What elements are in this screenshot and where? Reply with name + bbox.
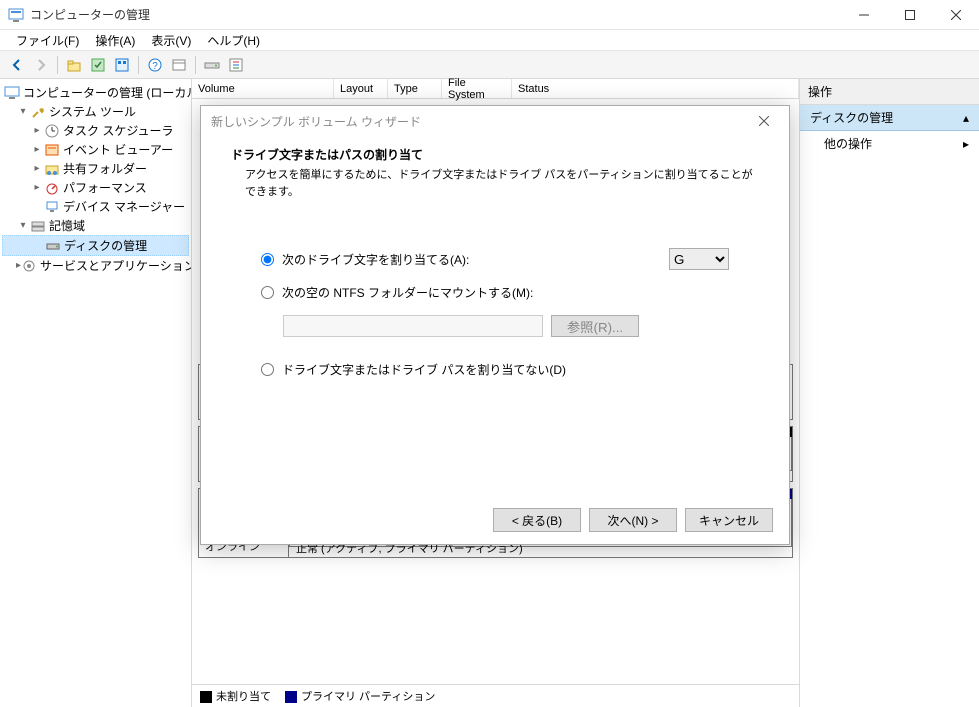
actions-pane: 操作 ディスクの管理 ▴ 他の操作 ▸ [799, 79, 979, 707]
action-category-disk[interactable]: ディスクの管理 ▴ [800, 105, 979, 131]
computer-icon [4, 85, 20, 101]
device-icon [44, 199, 60, 215]
tree-disk-management-label: ディスクの管理 [64, 237, 147, 254]
tree-root-label: コンピューターの管理 (ローカル) [23, 84, 192, 101]
mount-path-input [283, 315, 543, 337]
help-button[interactable]: ? [144, 54, 166, 76]
dialog-title: 新しいシンプル ボリューム ウィザード [211, 113, 421, 130]
col-volume[interactable]: Volume [192, 79, 334, 98]
tool-btn-5[interactable] [225, 54, 247, 76]
tree-services-label: サービスとアプリケーション [40, 257, 192, 274]
back-button[interactable] [6, 54, 28, 76]
tool-btn-4[interactable] [201, 54, 223, 76]
tree-storage[interactable]: ▾ 記憶域 [2, 216, 189, 235]
menu-file[interactable]: ファイル(F) [8, 30, 87, 51]
tree-system-tools-label: システム ツール [49, 103, 136, 120]
svg-text:?: ? [152, 61, 158, 72]
radio-no-assign-input[interactable] [261, 363, 274, 376]
tree-shared-folders-label: 共有フォルダー [63, 160, 147, 177]
tree-disk-management[interactable]: ▸ ディスクの管理 [2, 235, 189, 256]
tree-task-scheduler-label: タスク スケジューラ [63, 122, 174, 139]
clock-icon [44, 123, 60, 139]
tree-event-viewer-label: イベント ビューアー [63, 141, 173, 158]
col-layout[interactable]: Layout [334, 79, 388, 98]
tree-task-scheduler[interactable]: ▸ タスク スケジューラ [2, 121, 189, 140]
app-icon [8, 7, 24, 23]
tree-event-viewer[interactable]: ▸ イベント ビューアー [2, 140, 189, 159]
dialog-heading: ドライブ文字またはパスの割り当て [231, 146, 759, 163]
dialog-close-button[interactable] [749, 111, 779, 131]
up-button[interactable] [63, 54, 85, 76]
window-title: コンピューターの管理 [30, 6, 841, 23]
minimize-button[interactable] [841, 0, 887, 30]
tree-services[interactable]: ▸ サービスとアプリケーション [2, 256, 189, 275]
performance-icon [44, 180, 60, 196]
new-volume-wizard-dialog: 新しいシンプル ボリューム ウィザード ドライブ文字またはパスの割り当て アクセ… [200, 105, 790, 545]
radio-no-assign[interactable]: ドライブ文字またはドライブ パスを割り当てない(D) [261, 361, 729, 378]
tree-pane: コンピューターの管理 (ローカル) ▾ システム ツール ▸ タスク スケジュー… [0, 79, 192, 707]
tool-btn-2[interactable] [111, 54, 133, 76]
radio-assign-letter[interactable]: 次のドライブ文字を割り当てる(A): G [261, 248, 729, 270]
col-status[interactable]: Status [512, 79, 799, 98]
menu-action[interactable]: 操作(A) [87, 30, 143, 51]
radio-mount-folder-input[interactable] [261, 286, 274, 299]
back-button[interactable]: < 戻る(B) [493, 508, 581, 532]
browse-button: 参照(R)... [551, 315, 639, 337]
collapse-icon[interactable]: ▾ [16, 219, 30, 233]
expand-icon[interactable]: ▸ [30, 162, 44, 176]
tool-btn-3[interactable] [168, 54, 190, 76]
event-icon [44, 142, 60, 158]
tree-root[interactable]: コンピューターの管理 (ローカル) [2, 83, 189, 102]
menu-view[interactable]: 表示(V) [143, 30, 199, 51]
tree-performance-label: パフォーマンス [63, 179, 147, 196]
expand-icon[interactable]: ▸ [30, 143, 44, 157]
tools-icon [30, 104, 46, 120]
maximize-button[interactable] [887, 0, 933, 30]
tree-device-manager[interactable]: ▸ デバイス マネージャー [2, 197, 189, 216]
close-button[interactable] [933, 0, 979, 30]
radio-assign-letter-input[interactable] [261, 253, 274, 266]
services-icon [21, 258, 37, 274]
menubar: ファイル(F) 操作(A) 表示(V) ヘルプ(H) [0, 30, 979, 51]
share-icon [44, 161, 60, 177]
expand-icon[interactable]: ▸ [30, 181, 44, 195]
cancel-button[interactable]: キャンセル [685, 508, 773, 532]
expand-icon[interactable]: ▸ [30, 124, 44, 138]
disk-icon [45, 238, 61, 254]
tree-shared-folders[interactable]: ▸ 共有フォルダー [2, 159, 189, 178]
tree-system-tools[interactable]: ▾ システム ツール [2, 102, 189, 121]
tree-storage-label: 記憶域 [49, 217, 85, 234]
menu-help[interactable]: ヘルプ(H) [199, 30, 268, 51]
forward-button[interactable] [30, 54, 52, 76]
dialog-subtext: アクセスを簡単にするために、ドライブ文字またはドライブ パスをパーティションに割… [231, 167, 759, 200]
col-type[interactable]: Type [388, 79, 442, 98]
tree-performance[interactable]: ▸ パフォーマンス [2, 178, 189, 197]
action-other[interactable]: 他の操作 ▸ [800, 131, 979, 156]
actions-header: 操作 [800, 79, 979, 105]
drive-letter-select[interactable]: G [669, 248, 729, 270]
tree-device-manager-label: デバイス マネージャー [63, 198, 185, 215]
tool-btn-1[interactable] [87, 54, 109, 76]
collapse-icon[interactable]: ▾ [16, 105, 30, 119]
radio-mount-folder[interactable]: 次の空の NTFS フォルダーにマウントする(M): [261, 284, 729, 301]
titlebar: コンピューターの管理 [0, 0, 979, 30]
storage-icon [30, 218, 46, 234]
collapse-icon: ▴ [963, 111, 969, 125]
col-fs[interactable]: File System [442, 79, 512, 98]
chevron-right-icon: ▸ [963, 137, 969, 151]
toolbar: ? [0, 51, 979, 79]
volume-list-header: Volume Layout Type File System Status [192, 79, 799, 99]
legend: 未割り当て プライマリ パーティション [192, 684, 799, 707]
next-button[interactable]: 次へ(N) > [589, 508, 677, 532]
